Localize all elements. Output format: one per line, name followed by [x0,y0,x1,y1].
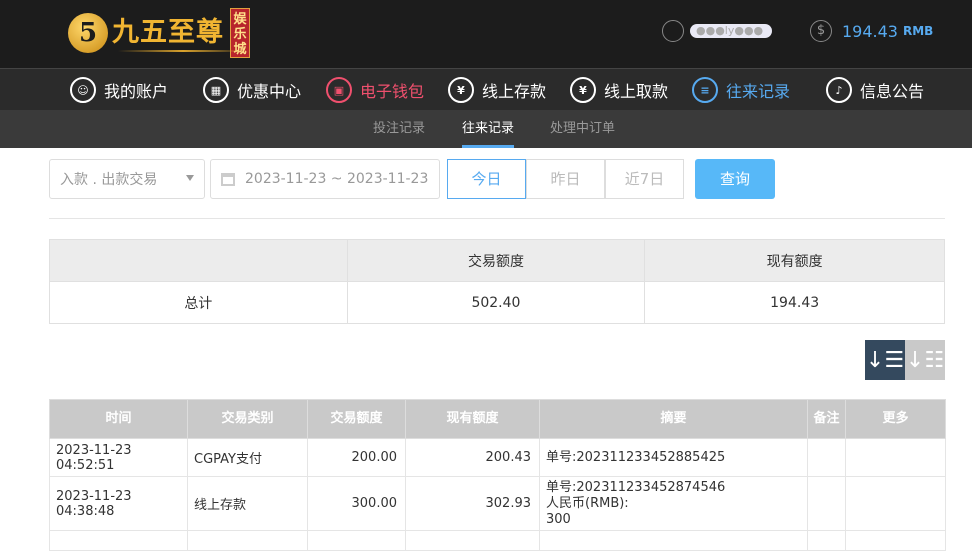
amount-cell: 300.00 [307,476,406,531]
table-row[interactable] [49,530,946,551]
calendar-icon [221,172,235,186]
summary-cell: 194.43 [644,281,945,324]
logo-underline [118,50,248,52]
balance-display: $ 194.43 RMB [810,20,933,42]
nav-label: 优惠中心 [237,82,302,101]
column-header: 现有额度 [405,399,540,439]
type-cell: 线上存款 [187,476,308,531]
summary-cell: 总计 [49,281,348,324]
table-header-row: 时间 交易类别 交易额度 现有额度 摘要 备注 更多 [49,399,946,439]
nav-promotions[interactable]: ▦ 优惠中心 [203,69,301,111]
nav-my-account[interactable]: ☺ 我的账户 [70,69,168,111]
column-header: 更多 [845,399,946,439]
remark-cell [807,438,846,477]
nav-label: 我的账户 [104,82,169,101]
column-header: 交易类别 [187,399,308,439]
records-icon: ≡ [692,77,718,103]
transaction-type-select[interactable]: 入款 . 出款交易 [49,159,205,199]
subnav-bet-records[interactable]: 投注记录 [373,110,425,148]
dollar-coin-icon: $ [810,20,832,42]
nav-label: 电子钱包 [360,82,425,101]
table-row[interactable]: 2023-11-23 04:52:51 CGPAY支付 200.00 200.4… [49,438,946,477]
subnav-transaction-records[interactable]: 往来记录 [462,110,515,148]
records-table: 时间 交易类别 交易额度 现有额度 摘要 备注 更多 2023-11-23 04… [49,399,946,551]
brand-logo[interactable]: 5 九五至尊 娱乐城 [68,6,250,60]
yesterday-button[interactable]: 昨日 [526,159,605,199]
amount-cell [307,530,406,551]
sort-descending-icon[interactable]: ↓☰ [865,340,905,380]
time-cell: 2023-11-23 04:52:51 [49,438,188,477]
transaction-type-value: 入款 . 出款交易 [60,172,158,188]
summary-header-cell [49,239,348,282]
chevron-down-icon [186,175,194,181]
date-range-input[interactable]: 2023-11-23 ~ 2023-11-23 [210,159,440,199]
withdraw-icon: ¥ [570,77,596,103]
remark-cell [807,530,846,551]
summary-header-cell: 现有额度 [644,239,945,282]
column-header: 备注 [807,399,846,439]
column-header: 摘要 [539,399,808,439]
balance-amount: 194.43 [842,21,898,41]
amount-cell: 200.00 [307,438,406,477]
logo-mark: 5 [68,13,108,53]
balance-cell [405,530,540,551]
summary-cell [539,530,808,551]
balance-cell: 302.93 [405,476,540,531]
nav-online-deposit[interactable]: ¥ 线上存款 [448,69,546,111]
date-quick-select: 今日 昨日 近7日 [447,159,684,199]
nav-online-withdraw[interactable]: ¥ 线上取款 [570,69,668,111]
summary-cell: 单号:202311233452874546 人民币(RMB): 300 [539,476,808,531]
main-nav: ☺ 我的账户 ▦ 优惠中心 ▣ 电子钱包 ¥ 线上存款 ¥ 线上取款 ≡ 往来记… [0,68,972,110]
query-button[interactable]: 查询 [695,159,775,199]
nav-label: 信息公告 [860,82,925,101]
deposit-icon: ¥ [448,77,474,103]
type-cell [187,530,308,551]
nav-records[interactable]: ≡ 往来记录 [692,69,790,111]
balance-currency: RMB [902,24,934,38]
nav-label: 线上取款 [604,82,669,101]
column-header: 交易额度 [307,399,406,439]
summary-table: 交易额度 现有额度 总计 502.40 194.43 [49,239,945,324]
sort-controls: ↓☰ ↓☷ [865,340,945,380]
more-cell [845,530,946,551]
bell-icon: ♪ [826,77,852,103]
sort-ascending-icon[interactable]: ↓☷ [905,340,945,380]
brand-name: 九五至尊 [112,16,224,48]
more-cell [845,476,946,531]
username: ●●●ly●●● [690,24,772,38]
column-header: 时间 [49,399,188,439]
table-row[interactable]: 2023-11-23 04:38:48 线上存款 300.00 302.93 单… [49,476,946,531]
wallet-icon: ▣ [326,77,352,103]
subnav-pending-orders[interactable]: 处理中订单 [550,110,615,148]
nav-label: 往来记录 [726,82,791,101]
nav-e-wallet[interactable]: ▣ 电子钱包 [326,69,424,111]
nav-announcements[interactable]: ♪ 信息公告 [826,69,924,111]
gift-icon: ▦ [203,77,229,103]
remark-cell [807,476,846,531]
more-cell [845,438,946,477]
balance-cell: 200.43 [405,438,540,477]
type-cell: CGPAY支付 [187,438,308,477]
time-cell: 2023-11-23 04:38:48 [49,476,188,531]
summary-cell: 单号:202311233452885425 [539,438,808,477]
today-button[interactable]: 今日 [447,159,526,199]
nav-label: 线上存款 [482,82,547,101]
user-icon [662,20,684,42]
summary-header-row: 交易额度 现有额度 [49,239,945,282]
top-bar: 5 九五至尊 娱乐城 ●●●ly●●● $ 194.43 RMB [0,0,972,68]
summary-header-cell: 交易额度 [346,239,646,282]
summary-cell: 502.40 [346,281,646,324]
divider [49,218,945,219]
sub-nav: 投注记录 往来记录 处理中订单 [0,110,972,148]
summary-total-row: 总计 502.40 194.43 [49,281,945,324]
last-7-days-button[interactable]: 近7日 [605,159,684,199]
time-cell [49,530,188,551]
user-info[interactable]: ●●●ly●●● [662,20,772,42]
user-circle-icon: ☺ [70,77,96,103]
date-range-value: 2023-11-23 ~ 2023-11-23 [245,171,429,187]
